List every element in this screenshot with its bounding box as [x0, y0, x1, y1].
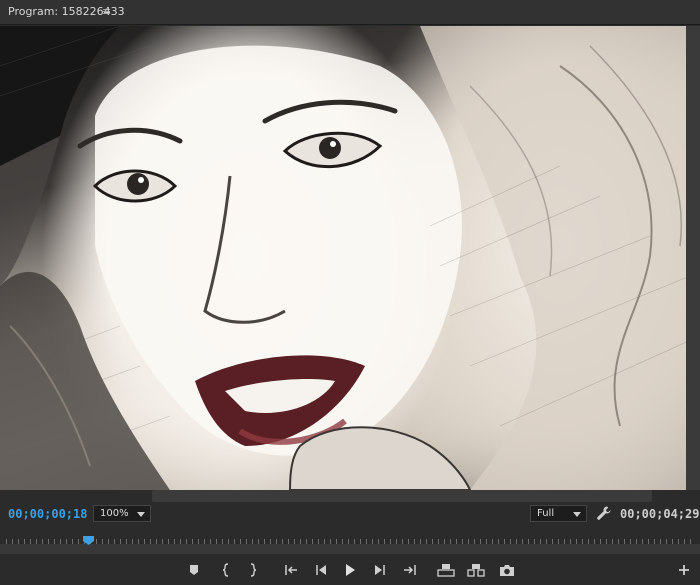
- program-video-frame[interactable]: [0, 26, 700, 490]
- marker-icon: [190, 565, 198, 575]
- panel-menu-icon[interactable]: ≡: [102, 5, 111, 18]
- extract-icon: [467, 564, 485, 577]
- mark-in-button[interactable]: [216, 560, 236, 580]
- export-frame-button[interactable]: [497, 560, 517, 580]
- go-to-out-icon: [404, 565, 416, 575]
- play-button[interactable]: [340, 560, 360, 580]
- add-marker-button[interactable]: [184, 560, 204, 580]
- mark-in-icon: [222, 563, 229, 577]
- step-back-icon: [316, 565, 326, 575]
- go-to-in-icon: [285, 565, 297, 575]
- wrench-icon[interactable]: [596, 505, 612, 521]
- transport-controls: [0, 556, 700, 585]
- monitor-controls-row: 00;00;00;18 100% Full 00;00;04;29: [0, 502, 700, 526]
- ruler-navigator-bar[interactable]: [0, 544, 700, 554]
- scrollbar-gutter: [0, 490, 152, 502]
- playhead-icon[interactable]: [82, 535, 94, 545]
- mark-out-icon: [250, 563, 257, 577]
- chevron-down-icon: [137, 512, 145, 517]
- go-to-out-button[interactable]: [400, 560, 420, 580]
- time-ruler[interactable]: [0, 529, 700, 555]
- plus-icon: [679, 565, 689, 575]
- playback-resolution-select[interactable]: Full: [530, 505, 587, 522]
- playback-resolution-value: Full: [537, 508, 555, 519]
- vertical-scrollbar[interactable]: [686, 26, 700, 490]
- scrollbar-thumb[interactable]: [152, 490, 652, 502]
- camera-icon: [500, 564, 514, 576]
- play-icon: [346, 564, 355, 576]
- horizontal-scrollbar[interactable]: [0, 490, 700, 502]
- current-timecode[interactable]: 00;00;00;18: [8, 507, 87, 521]
- zoom-level-value: 100%: [100, 508, 129, 519]
- program-monitor-panel: Program: 158226433 ≡ 00;00;00;18 100% Fu…: [0, 0, 700, 585]
- step-forward-icon: [375, 565, 385, 575]
- lift-button[interactable]: [436, 560, 456, 580]
- step-back-button[interactable]: [311, 560, 331, 580]
- mark-out-button[interactable]: [243, 560, 263, 580]
- extract-button[interactable]: [466, 560, 486, 580]
- pencil-sketch-portrait-image: [0, 26, 700, 490]
- duration-timecode: 00;00;04;29: [620, 507, 700, 521]
- step-forward-button[interactable]: [370, 560, 390, 580]
- chevron-down-icon: [573, 512, 581, 517]
- go-to-in-button[interactable]: [281, 560, 301, 580]
- lift-icon: [437, 564, 455, 577]
- button-editor-button[interactable]: [674, 560, 694, 580]
- panel-title-bar: Program: 158226433 ≡: [0, 0, 700, 25]
- zoom-level-select[interactable]: 100%: [93, 505, 151, 522]
